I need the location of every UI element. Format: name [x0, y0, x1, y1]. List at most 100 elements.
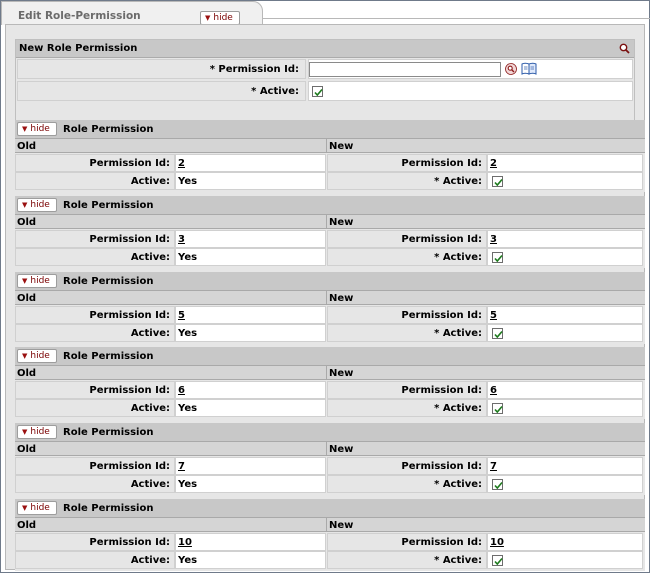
column-divider — [326, 366, 327, 379]
column-headers: Old New — [15, 290, 645, 305]
old-permission-id-label: Permission Id: — [15, 230, 175, 248]
section-hide-button[interactable]: ▼ hide — [17, 274, 57, 288]
old-active-label: Active: — [15, 248, 175, 266]
new-active-checkbox[interactable] — [312, 86, 323, 97]
new-permission-id-link[interactable]: 7 — [490, 461, 503, 472]
column-divider — [326, 139, 327, 152]
old-active-value: Yes — [175, 475, 326, 493]
section-hide-button[interactable]: ▼ hide — [17, 501, 57, 515]
permission-id-row: Permission Id: 2 Permission Id: 2 — [15, 154, 645, 173]
old-active-label: Active: — [15, 172, 175, 190]
old-permission-id-label: Permission Id: — [15, 154, 175, 172]
new-permission-id-label: Permission Id: — [327, 533, 487, 551]
new-permission-id-label: * Permission Id: — [17, 59, 306, 79]
new-active-cell — [487, 172, 643, 190]
old-column-header: Old — [17, 520, 37, 531]
caret-down-icon: ▼ — [22, 504, 28, 512]
permission-id-row: Permission Id: 10 Permission Id: 10 — [15, 533, 645, 552]
new-active-label: * Active: — [327, 551, 487, 569]
new-column-header: New — [329, 293, 354, 304]
old-permission-id-link[interactable]: 7 — [178, 461, 191, 472]
new-permission-id-link[interactable]: 10 — [490, 537, 510, 548]
new-permission-id-cell: 2 — [487, 154, 643, 172]
new-permission-id-cell: 5 — [487, 306, 643, 324]
role-permission-header: ▼ hide Role Permission — [15, 120, 645, 138]
new-permission-id-cell: 6 — [487, 381, 643, 399]
new-permission-id-row: * Permission Id: — [16, 58, 634, 80]
old-active-value: Yes — [175, 248, 326, 266]
old-permission-id-cell: 10 — [175, 533, 326, 551]
active-checkbox[interactable] — [492, 479, 503, 490]
book-lookup-icon[interactable] — [521, 62, 537, 78]
collapse-magnifier-icon[interactable] — [619, 43, 630, 57]
new-active-label: * Active: — [17, 81, 306, 101]
role-permission-title: Role Permission — [63, 503, 154, 514]
active-checkbox[interactable] — [492, 328, 503, 339]
old-active-label: Active: — [15, 324, 175, 342]
new-permission-id-cell: 7 — [487, 457, 643, 475]
role-permission-header: ▼ hide Role Permission — [15, 272, 645, 290]
new-column-header: New — [329, 368, 354, 379]
section-hide-label: hide — [30, 200, 50, 210]
role-permission-section: ▼ hide Role Permission Old New Permission… — [15, 423, 645, 495]
section-hide-button[interactable]: ▼ hide — [17, 349, 57, 363]
column-divider — [326, 291, 327, 304]
new-permission-id-label: Permission Id: — [327, 381, 487, 399]
old-active-value: Yes — [175, 324, 326, 342]
active-checkbox[interactable] — [492, 176, 503, 187]
active-checkbox[interactable] — [492, 252, 503, 263]
role-permission-section: ▼ hide Role Permission Old New Permission… — [15, 120, 645, 192]
new-permission-id-link[interactable]: 3 — [490, 234, 503, 245]
old-permission-id-link[interactable]: 3 — [178, 234, 191, 245]
role-permission-header: ▼ hide Role Permission — [15, 347, 645, 365]
column-headers: Old New — [15, 365, 645, 380]
section-hide-button[interactable]: ▼ hide — [17, 122, 57, 136]
old-column-header: Old — [17, 293, 37, 304]
permission-id-row: Permission Id: 5 Permission Id: 5 — [15, 306, 645, 325]
permission-id-row: Permission Id: 6 Permission Id: 6 — [15, 381, 645, 400]
caret-down-icon: ▼ — [22, 201, 28, 209]
new-active-label: * Active: — [327, 248, 487, 266]
new-permission-id-cell — [308, 59, 633, 79]
column-divider — [326, 215, 327, 228]
section-hide-button[interactable]: ▼ hide — [17, 425, 57, 439]
old-permission-id-label: Permission Id: — [15, 533, 175, 551]
new-active-cell — [487, 248, 643, 266]
role-permission-section: ▼ hide Role Permission Old New Permission… — [15, 272, 645, 344]
caret-down-icon: ▼ — [205, 14, 211, 22]
active-row: Active: Yes * Active: — [15, 248, 645, 267]
old-column-header: Old — [17, 141, 37, 152]
section-hide-button[interactable]: ▼ hide — [17, 198, 57, 212]
new-permission-id-link[interactable]: 6 — [490, 385, 503, 396]
column-headers: Old New — [15, 138, 645, 153]
old-permission-id-cell: 7 — [175, 457, 326, 475]
new-permission-id-label: Permission Id: — [327, 154, 487, 172]
active-row: Active: Yes * Active: — [15, 324, 645, 343]
section-hide-label: hide — [30, 276, 50, 286]
column-headers: Old New — [15, 517, 645, 532]
active-checkbox[interactable] — [492, 555, 503, 566]
permission-id-row: Permission Id: 3 Permission Id: 3 — [15, 230, 645, 249]
new-permission-id-link[interactable]: 5 — [490, 310, 503, 321]
tab-content: New Role Permission * Permission Id: * A… — [5, 24, 645, 571]
column-headers: Old New — [15, 214, 645, 229]
role-permission-title: Role Permission — [63, 124, 154, 135]
new-active-label: * Active: — [327, 324, 487, 342]
old-active-value: Yes — [175, 551, 326, 569]
old-permission-id-link[interactable]: 2 — [178, 158, 191, 169]
search-icon[interactable] — [505, 63, 517, 78]
role-permission-title: Role Permission — [63, 276, 154, 287]
section-hide-label: hide — [30, 351, 50, 361]
active-checkbox[interactable] — [492, 403, 503, 414]
old-permission-id-link[interactable]: 5 — [178, 310, 191, 321]
old-permission-id-link[interactable]: 6 — [178, 385, 191, 396]
new-column-header: New — [329, 444, 354, 455]
old-permission-id-link[interactable]: 10 — [178, 537, 198, 548]
permission-id-input[interactable] — [309, 62, 501, 77]
tab-hide-button[interactable]: ▼ hide — [200, 11, 240, 25]
new-column-header: New — [329, 141, 354, 152]
permission-id-row: Permission Id: 7 Permission Id: 7 — [15, 457, 645, 476]
old-active-label: Active: — [15, 399, 175, 417]
new-permission-id-link[interactable]: 2 — [490, 158, 503, 169]
old-active-label: Active: — [15, 551, 175, 569]
